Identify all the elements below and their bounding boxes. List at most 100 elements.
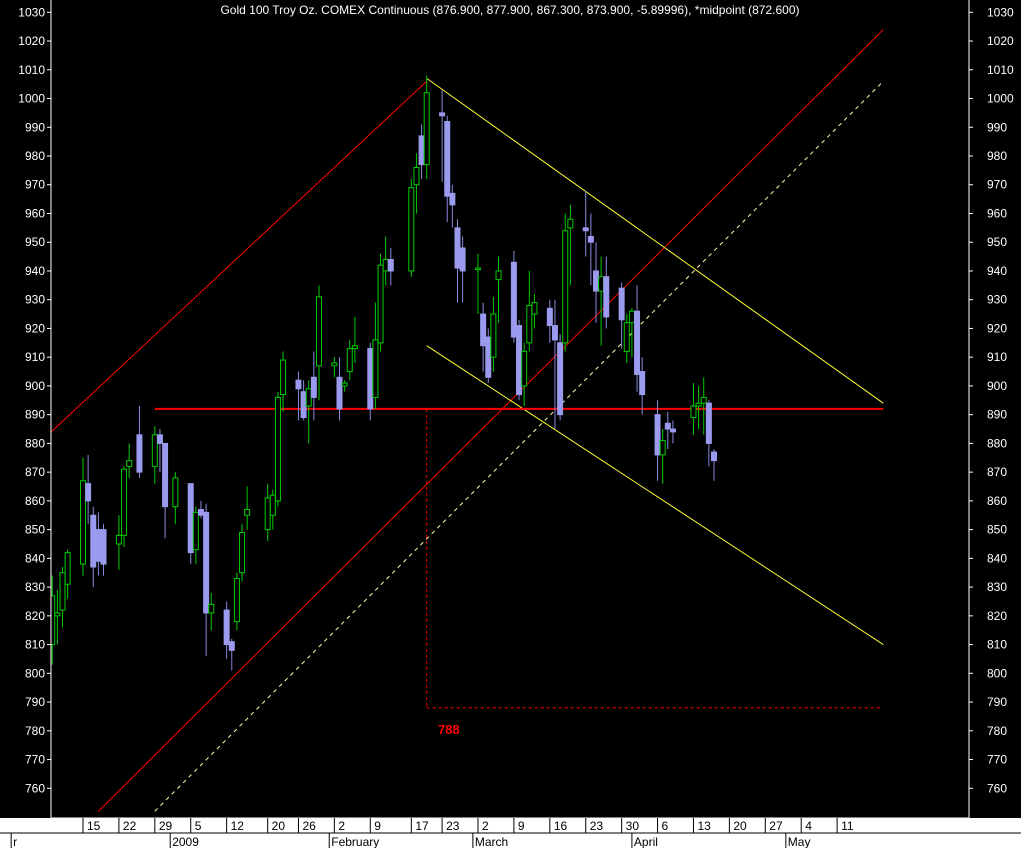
candle: [490, 296, 497, 372]
candle-body: [85, 483, 92, 502]
candle: [126, 443, 133, 478]
candle: [100, 523, 107, 576]
month-label: 2009: [172, 835, 199, 848]
y-tick-label-left: 1000: [18, 92, 45, 106]
x-tick-label: 15: [87, 819, 101, 833]
candle: [659, 429, 666, 484]
candle: [336, 357, 343, 421]
candle-body: [310, 376, 317, 398]
candle: [192, 506, 199, 565]
candle: [557, 334, 564, 421]
candle-body: [557, 342, 564, 416]
y-tick-label-right: 940: [987, 264, 1007, 278]
candle-body: [551, 325, 558, 341]
y-tick-label-right: 890: [987, 408, 1007, 422]
candle-body: [187, 483, 194, 554]
candle-body: [454, 227, 461, 269]
candle: [80, 457, 86, 576]
candle: [54, 589, 61, 645]
candle-body: [546, 307, 553, 327]
y-tick-label-right: 1020: [987, 34, 1014, 48]
x-tick-label: 20: [272, 819, 286, 833]
candle: [331, 357, 338, 378]
candle: [59, 566, 66, 628]
candle-body: [639, 371, 646, 396]
candle-body: [223, 609, 230, 646]
candle-body: [710, 451, 717, 462]
candle: [695, 385, 702, 430]
y-tick-label-right: 820: [987, 609, 1007, 623]
y-tick-label-right: 770: [987, 753, 1007, 767]
candle-body: [300, 391, 307, 419]
candle-body: [408, 187, 415, 272]
chart-title: Gold 100 Troy Oz. COMEX Continuous (876.…: [220, 3, 799, 17]
candle: [531, 293, 538, 329]
candle: [136, 406, 143, 478]
candle: [669, 420, 676, 444]
candle-body: [628, 310, 635, 324]
candle-body: [485, 336, 492, 378]
candle: [208, 592, 215, 631]
x-tick-label: 26: [302, 819, 316, 833]
candle: [480, 302, 487, 372]
candle: [85, 454, 92, 524]
candle-body: [341, 382, 348, 387]
y-tick-label-right: 830: [987, 580, 1007, 594]
y-tick-label-right: 990: [987, 120, 1007, 134]
y-tick-label-left: 760: [25, 781, 45, 795]
x-tick-label: 5: [195, 819, 202, 833]
candle-body: [274, 396, 281, 502]
x-tick-label: 16: [554, 819, 568, 833]
candle-body: [192, 511, 199, 551]
candle-body: [510, 261, 517, 338]
y-tick-label-left: 820: [25, 609, 45, 623]
candle-body: [100, 529, 107, 565]
candle: [593, 242, 599, 323]
candle: [495, 256, 502, 323]
plot-area[interactable]: [11, 29, 884, 812]
candle-body: [151, 434, 158, 467]
candle: [654, 400, 661, 481]
candle: [475, 253, 482, 315]
candle: [598, 256, 605, 346]
candle: [228, 638, 235, 671]
candle: [423, 75, 430, 179]
candle-body: [51, 595, 56, 646]
candle: [439, 89, 446, 182]
y-tick-label-right: 1010: [987, 63, 1014, 77]
x-tick-label: 27: [769, 819, 783, 833]
candle: [203, 503, 210, 657]
candle-body: [346, 348, 353, 373]
trendline: [426, 345, 884, 645]
candle-body: [64, 552, 71, 585]
candle: [521, 342, 528, 407]
candle: [280, 351, 287, 412]
candle: [156, 429, 163, 473]
x-tick-label: 23: [446, 819, 460, 833]
candle-body: [115, 534, 122, 545]
y-tick-label-left: 890: [25, 408, 45, 422]
candle-body: [700, 396, 707, 404]
candle-body: [228, 641, 235, 651]
candle-body: [664, 422, 671, 430]
candle: [377, 253, 384, 352]
candle-body: [475, 267, 482, 271]
candle-body: [587, 235, 594, 243]
candle-body: [121, 468, 128, 536]
candle: [187, 483, 194, 565]
candle: [315, 285, 322, 401]
y-tick-label-right: 780: [987, 724, 1007, 738]
candle-body: [516, 325, 523, 396]
y-tick-label-left: 860: [25, 494, 45, 508]
x-tick-label: 2: [338, 819, 345, 833]
candle-body: [459, 247, 466, 272]
candle-body: [490, 313, 497, 358]
candle: [45, 673, 50, 745]
candle-body: [521, 350, 528, 387]
candle-body: [562, 230, 569, 344]
y-tick-label-left: 810: [25, 638, 45, 652]
candle: [413, 153, 420, 214]
y-tick-label-right: 860: [987, 494, 1007, 508]
candle: [121, 466, 128, 547]
candle: [700, 377, 707, 435]
